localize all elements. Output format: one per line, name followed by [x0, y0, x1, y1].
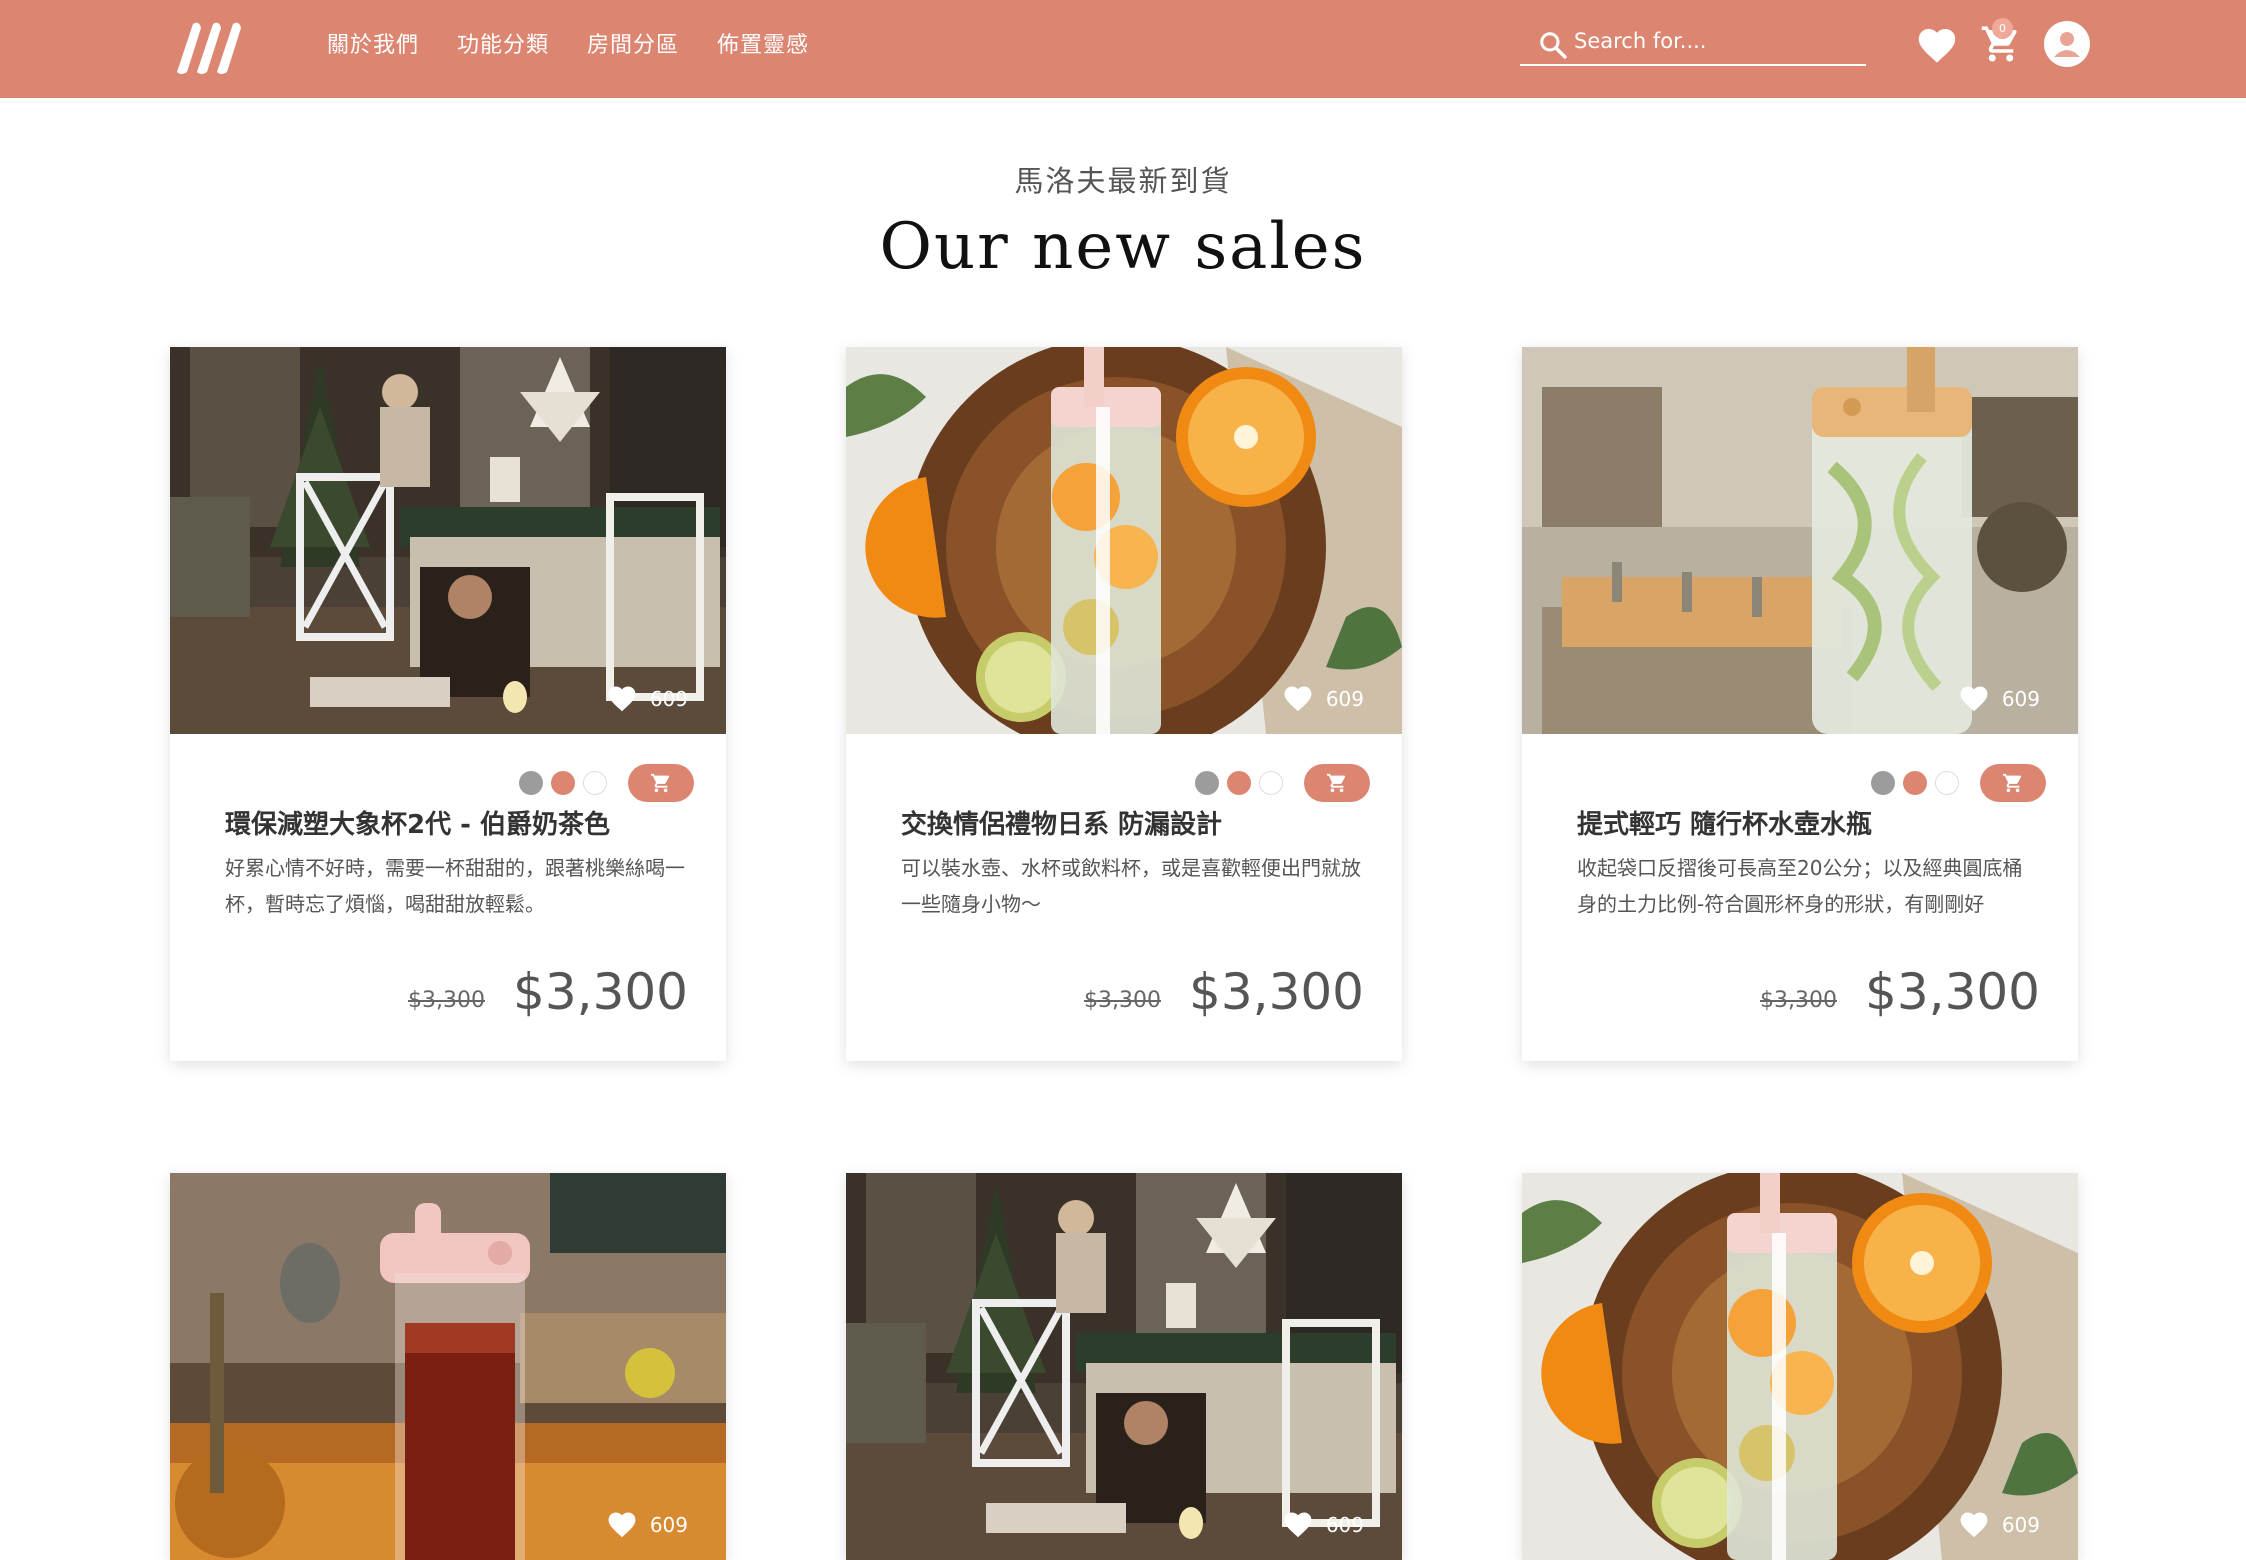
product-description: 可以裝水壺、水杯或飲料杯，或是喜歡輕便出門就放一些隨身小物～: [901, 856, 1361, 916]
product-image[interactable]: 609: [1522, 347, 2078, 734]
like-button[interactable]: 609: [608, 686, 688, 712]
color-options: [519, 771, 607, 795]
user-avatar[interactable]: [2044, 21, 2090, 67]
product-photo: [1522, 347, 2078, 734]
product-card[interactable]: 609 提式輕巧 隨行杯水壺水瓶 收起袋口反摺後可長高至20公分；以及經典圓底桶…: [1522, 347, 2078, 1061]
product-info: 提式輕巧 隨行杯水壺水瓶 收起袋口反摺後可長高至20公分；以及經典圓底桶身的土力…: [1522, 734, 2078, 1061]
sale-price: $3,300: [1189, 963, 1364, 1021]
color-options: [1871, 771, 1959, 795]
top-navbar: 關於我們 功能分類 房間分區 佈置靈感 0: [0, 0, 2246, 98]
like-count: 609: [2001, 687, 2040, 711]
like-button[interactable]: 609: [1960, 1512, 2040, 1538]
color-swatch-gray[interactable]: [1195, 771, 1219, 795]
color-swatch-rose[interactable]: [551, 771, 575, 795]
nav-item-about[interactable]: 關於我們: [327, 28, 419, 64]
section-title: Our new sales: [879, 210, 1367, 284]
search-bar: [1520, 22, 1866, 66]
nav-item-inspiration[interactable]: 佈置靈感: [717, 28, 809, 64]
cart-icon: [2002, 772, 2024, 794]
original-price: $3,300: [1084, 988, 1161, 1013]
product-card[interactable]: 609 交換情侶禮物日系 防漏設計 可以裝水壺、水杯或飲料杯，或是喜歡輕便出門就…: [846, 347, 1402, 1061]
heart-icon: [608, 1512, 636, 1538]
like-button[interactable]: 609: [1284, 1512, 1364, 1538]
original-price: $3,300: [1760, 988, 1837, 1013]
logo-icon[interactable]: [167, 20, 245, 74]
cart-icon: [650, 772, 672, 794]
product-image[interactable]: 609: [170, 347, 726, 734]
sale-price: $3,300: [1865, 963, 2040, 1021]
heart-icon: [1960, 686, 1988, 712]
color-swatch-white[interactable]: [583, 771, 607, 795]
product-image[interactable]: 609: [846, 347, 1402, 734]
search-input[interactable]: [1574, 24, 1854, 58]
original-price: $3,300: [408, 988, 485, 1013]
color-swatch-gray[interactable]: [1871, 771, 1895, 795]
product-photo: [1522, 1173, 2078, 1560]
like-count: 609: [1325, 1513, 1364, 1537]
like-count: 609: [649, 1513, 688, 1537]
like-count: 609: [649, 687, 688, 711]
color-swatch-rose[interactable]: [1903, 771, 1927, 795]
product-description: 好累心情不好時，需要一杯甜甜的，跟著桃樂絲喝一杯，暫時忘了煩惱，喝甜甜放輕鬆。: [225, 856, 685, 916]
heart-icon: [1284, 1512, 1312, 1538]
product-photo: [846, 1173, 1402, 1560]
user-icon: [2054, 32, 2080, 57]
product-image[interactable]: 609: [170, 1173, 726, 1560]
product-card[interactable]: 609: [1522, 1173, 2078, 1560]
product-title[interactable]: 交換情侶禮物日系 防漏設計: [901, 804, 1222, 841]
like-button[interactable]: 609: [1960, 686, 2040, 712]
section-subtitle: 馬洛夫最新到貨: [1014, 164, 1232, 198]
like-button[interactable]: 609: [608, 1512, 688, 1538]
product-card[interactable]: 609: [170, 1173, 726, 1560]
sale-price: $3,300: [513, 963, 688, 1021]
add-to-cart-button[interactable]: [1980, 764, 2046, 802]
add-to-cart-button[interactable]: [628, 764, 694, 802]
product-description: 收起袋口反摺後可長高至20公分；以及經典圓底桶身的土力比例-符合圓形杯身的形狀，…: [1577, 856, 2023, 916]
nav-item-rooms[interactable]: 房間分區: [587, 28, 679, 64]
color-swatch-white[interactable]: [1259, 771, 1283, 795]
nav-item-categories[interactable]: 功能分類: [457, 28, 549, 64]
heart-icon: [1284, 686, 1312, 712]
color-swatch-rose[interactable]: [1227, 771, 1251, 795]
like-count: 609: [1325, 687, 1364, 711]
cart-count-badge: 0: [1992, 18, 2013, 39]
search-icon[interactable]: [1538, 30, 1568, 60]
product-image[interactable]: 609: [846, 1173, 1402, 1560]
color-swatch-gray[interactable]: [519, 771, 543, 795]
like-count: 609: [2001, 1513, 2040, 1537]
color-swatch-white[interactable]: [1935, 771, 1959, 795]
product-photo: [170, 1173, 726, 1560]
product-title[interactable]: 提式輕巧 隨行杯水壺水瓶: [1577, 804, 1872, 841]
product-photo: [170, 347, 726, 734]
heart-icon[interactable]: [1918, 28, 1956, 64]
product-card[interactable]: 609 環保減塑大象杯2代 - 伯爵奶茶色 好累心情不好時，需要一杯甜甜的，跟著…: [170, 347, 726, 1061]
add-to-cart-button[interactable]: [1304, 764, 1370, 802]
product-info: 交換情侶禮物日系 防漏設計 可以裝水壺、水杯或飲料杯，或是喜歡輕便出門就放一些隨…: [846, 734, 1402, 1061]
product-title[interactable]: 環保減塑大象杯2代 - 伯爵奶茶色: [225, 804, 610, 841]
like-button[interactable]: 609: [1284, 686, 1364, 712]
color-options: [1195, 771, 1283, 795]
heart-icon: [1960, 1512, 1988, 1538]
cart-icon: [1326, 772, 1348, 794]
main-nav: 關於我們 功能分類 房間分區 佈置靈感: [327, 28, 809, 64]
heart-icon: [608, 686, 636, 712]
product-card[interactable]: 609: [846, 1173, 1402, 1560]
product-photo: [846, 347, 1402, 734]
product-info: 環保減塑大象杯2代 - 伯爵奶茶色 好累心情不好時，需要一杯甜甜的，跟著桃樂絲喝…: [170, 734, 726, 1061]
product-image[interactable]: 609: [1522, 1173, 2078, 1560]
